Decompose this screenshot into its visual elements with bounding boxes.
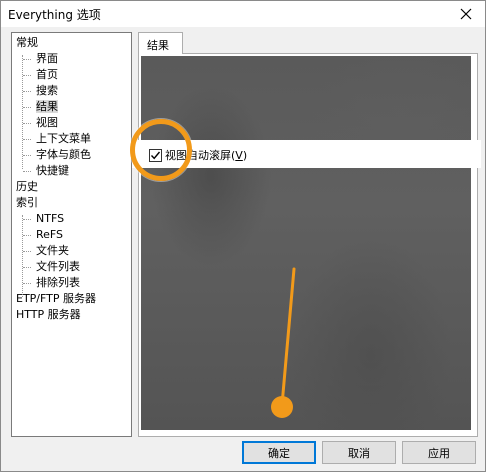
tree-item[interactable]: 历史 xyxy=(16,180,38,195)
tree-item-label: 结果 xyxy=(36,100,58,113)
tree-item[interactable]: 结果 xyxy=(36,100,58,115)
tree-item-label: 排除列表 xyxy=(36,276,80,289)
tree-item-label: 常规 xyxy=(16,36,38,49)
tree-item[interactable]: 排除列表 xyxy=(36,276,80,291)
tree-item-label: ReFS xyxy=(36,228,64,241)
tree-item[interactable]: 快捷键 xyxy=(36,164,69,179)
annotation-circle xyxy=(130,119,192,181)
tree-item[interactable]: ETP/FTP 服务器 xyxy=(16,292,96,307)
tab-label: 结果 xyxy=(147,39,169,52)
window-title: Everything 选项 xyxy=(8,8,101,22)
tree-item[interactable]: ReFS xyxy=(36,228,63,243)
tree-item-label: 界面 xyxy=(36,52,58,65)
tree-item-label: 搜索 xyxy=(36,84,58,97)
tree-item-label: 字体与颜色 xyxy=(36,148,91,161)
title-bar: Everything 选项 xyxy=(1,1,485,27)
tree-item[interactable]: 索引 xyxy=(16,196,38,211)
tree-item-label: 文件夹 xyxy=(36,244,69,257)
tree-connector xyxy=(23,107,31,108)
tree-connector xyxy=(23,75,31,76)
tree-item-label: 快捷键 xyxy=(36,164,69,177)
tree-item-label: 上下文菜单 xyxy=(36,132,91,145)
tree-item[interactable]: 视图 xyxy=(36,116,58,131)
tab-results[interactable]: 结果 xyxy=(138,32,183,54)
tree-connector xyxy=(23,235,31,236)
tree-item-label: NTFS xyxy=(36,212,65,225)
tree-item-label: 历史 xyxy=(16,180,38,193)
tree-connector xyxy=(23,219,31,220)
settings-tree[interactable]: 常规界面首页搜索结果视图上下文菜单字体与颜色快捷键历史索引 NTFS ReFS 文件夹… xyxy=(11,32,132,437)
tree-connector xyxy=(23,283,31,284)
tree-item-label: 索引 xyxy=(16,196,38,209)
tree-item-label: 视图 xyxy=(36,116,58,129)
tree-connector xyxy=(23,91,31,92)
tree-connector xyxy=(23,267,31,268)
tree-item[interactable]: 搜索 xyxy=(36,84,58,99)
tree-item[interactable]: 首页 xyxy=(36,68,58,83)
tree-connector xyxy=(23,59,31,60)
tree-connector xyxy=(23,155,31,156)
tree-item[interactable]: 上下文菜单 xyxy=(36,132,91,147)
tree-item[interactable]: NTFS xyxy=(36,212,64,227)
options-dialog: Everything 选项 常规 界面 首页 搜索 结果 视图 上下文菜单 字体与颜色 快捷键历… xyxy=(0,0,486,472)
tree-item-label: 文件列表 xyxy=(36,260,80,273)
tree-item[interactable]: 文件夹 xyxy=(36,244,69,259)
dim-overlay xyxy=(141,56,471,430)
tree-connector xyxy=(23,171,31,172)
ok-button[interactable]: 确定 xyxy=(242,441,316,464)
tree-item-label: HTTP 服务器 xyxy=(16,308,81,321)
close-button[interactable] xyxy=(453,2,479,26)
tree-item[interactable]: 字体与颜色 xyxy=(36,148,91,163)
tree-item[interactable]: 常规 xyxy=(16,36,38,51)
tree-item[interactable]: 界面 xyxy=(36,52,58,67)
close-icon xyxy=(460,8,472,20)
tree-item[interactable]: HTTP 服务器 xyxy=(16,308,81,323)
tree-connector xyxy=(23,251,31,252)
tree-item[interactable]: 文件列表 xyxy=(36,260,80,275)
tree-connector xyxy=(23,139,31,140)
tree-connector xyxy=(23,123,31,124)
cancel-button[interactable]: 取消 xyxy=(322,441,396,464)
tree-item-label: 首页 xyxy=(36,68,58,81)
tree-item-label: ETP/FTP 服务器 xyxy=(16,292,96,305)
apply-button[interactable]: 应用 xyxy=(402,441,476,464)
